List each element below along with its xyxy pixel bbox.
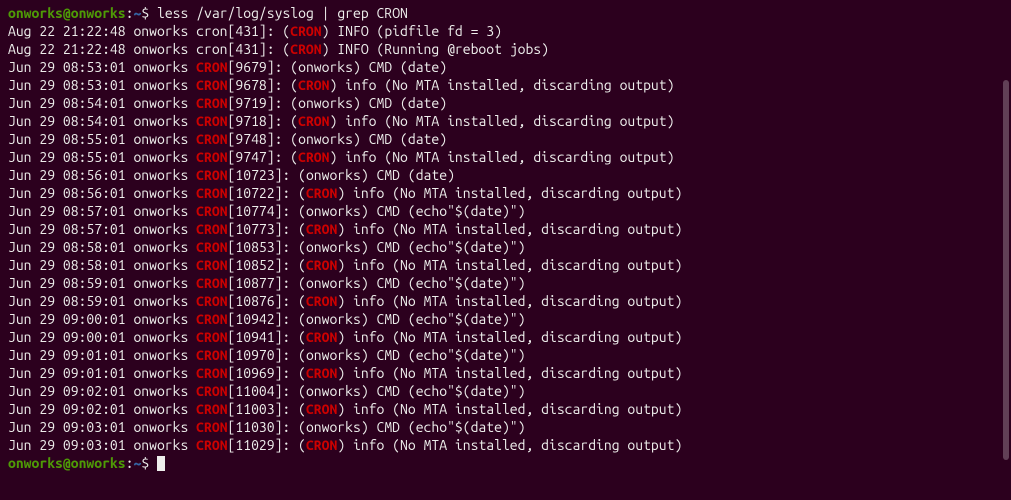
grep-highlight: CRON (196, 437, 227, 453)
log-line: Jun 29 08:57:01 onworks CRON[10773]: (CR… (8, 220, 1003, 238)
cursor-block (157, 456, 165, 471)
log-line: Jun 29 08:54:01 onworks CRON[9719]: (onw… (8, 94, 1003, 112)
grep-highlight: CRON (196, 185, 227, 201)
log-line: Jun 29 09:02:01 onworks CRON[11004]: (on… (8, 382, 1003, 400)
prompt-user: onworks (8, 5, 63, 21)
grep-highlight: CRON (196, 329, 227, 345)
grep-highlight: CRON (196, 95, 227, 111)
log-line: Jun 29 08:57:01 onworks CRON[10774]: (on… (8, 202, 1003, 220)
log-line: Jun 29 09:00:01 onworks CRON[10941]: (CR… (8, 328, 1003, 346)
log-line: Aug 22 21:22:48 onworks cron[431]: (CRON… (8, 40, 1003, 58)
log-line: Jun 29 08:59:01 onworks CRON[10877]: (on… (8, 274, 1003, 292)
log-line: Jun 29 09:01:01 onworks CRON[10970]: (on… (8, 346, 1003, 364)
log-line: Jun 29 08:55:01 onworks CRON[9748]: (onw… (8, 130, 1003, 148)
terminal-output[interactable]: onworks@onworks:~$ less /var/log/syslog … (8, 4, 1003, 472)
grep-highlight: CRON (196, 131, 227, 147)
grep-highlight: CRON (306, 257, 337, 273)
grep-highlight: CRON (196, 239, 227, 255)
grep-highlight: CRON (196, 167, 227, 183)
grep-highlight: CRON (298, 113, 329, 129)
grep-highlight: CRON (196, 365, 227, 381)
log-line: Jun 29 08:55:01 onworks CRON[9747]: (CRO… (8, 148, 1003, 166)
log-line: Jun 29 08:56:01 onworks CRON[10723]: (on… (8, 166, 1003, 184)
grep-highlight: CRON (196, 149, 227, 165)
log-line: Jun 29 08:56:01 onworks CRON[10722]: (CR… (8, 184, 1003, 202)
grep-highlight: CRON (196, 401, 227, 417)
prompt-user: onworks (8, 455, 63, 471)
prompt-host: onworks (71, 5, 126, 21)
log-line: Aug 22 21:22:48 onworks cron[431]: (CRON… (8, 22, 1003, 40)
grep-highlight: CRON (196, 293, 227, 309)
log-line: Jun 29 08:54:01 onworks CRON[9718]: (CRO… (8, 112, 1003, 130)
grep-highlight: CRON (306, 329, 337, 345)
log-line: Jun 29 08:58:01 onworks CRON[10852]: (CR… (8, 256, 1003, 274)
grep-highlight: CRON (196, 59, 227, 75)
scrollbar[interactable] (1003, 80, 1009, 460)
grep-highlight: CRON (306, 185, 337, 201)
log-line: Jun 29 09:00:01 onworks CRON[10942]: (on… (8, 310, 1003, 328)
command-text (149, 5, 157, 21)
prompt-line-2[interactable]: onworks@onworks:~$ (8, 454, 1003, 472)
spacer (149, 455, 157, 471)
grep-highlight: CRON (196, 221, 227, 237)
grep-highlight: CRON (290, 23, 321, 39)
log-line: Jun 29 09:01:01 onworks CRON[10969]: (CR… (8, 364, 1003, 382)
log-line: Jun 29 08:53:01 onworks CRON[9679]: (onw… (8, 58, 1003, 76)
grep-highlight: CRON (306, 401, 337, 417)
grep-highlight: CRON (290, 41, 321, 57)
log-line: Jun 29 09:02:01 onworks CRON[11003]: (CR… (8, 400, 1003, 418)
grep-highlight: CRON (196, 347, 227, 363)
grep-highlight: CRON (196, 113, 227, 129)
prompt-at: @ (63, 455, 71, 471)
grep-highlight: CRON (196, 77, 227, 93)
grep-highlight: CRON (196, 311, 227, 327)
grep-highlight: CRON (196, 203, 227, 219)
log-line: Jun 29 09:03:01 onworks CRON[11030]: (on… (8, 418, 1003, 436)
command: less /var/log/syslog | grep CRON (157, 5, 408, 21)
prompt-line-1: onworks@onworks:~$ less /var/log/syslog … (8, 4, 1003, 22)
prompt-host: onworks (71, 455, 126, 471)
grep-highlight: CRON (306, 221, 337, 237)
grep-highlight: CRON (196, 383, 227, 399)
grep-highlight: CRON (196, 419, 227, 435)
grep-highlight: CRON (306, 365, 337, 381)
grep-highlight: CRON (298, 149, 329, 165)
grep-highlight: CRON (196, 275, 227, 291)
grep-highlight: CRON (306, 437, 337, 453)
log-line: Jun 29 08:53:01 onworks CRON[9678]: (CRO… (8, 76, 1003, 94)
prompt-symbol: $ (141, 5, 149, 21)
grep-highlight: CRON (298, 77, 329, 93)
prompt-symbol: $ (141, 455, 149, 471)
log-line: Jun 29 08:58:01 onworks CRON[10853]: (on… (8, 238, 1003, 256)
log-line: Jun 29 09:03:01 onworks CRON[11029]: (CR… (8, 436, 1003, 454)
grep-highlight: CRON (306, 293, 337, 309)
log-line: Jun 29 08:59:01 onworks CRON[10876]: (CR… (8, 292, 1003, 310)
prompt-at: @ (63, 5, 71, 21)
grep-highlight: CRON (196, 257, 227, 273)
